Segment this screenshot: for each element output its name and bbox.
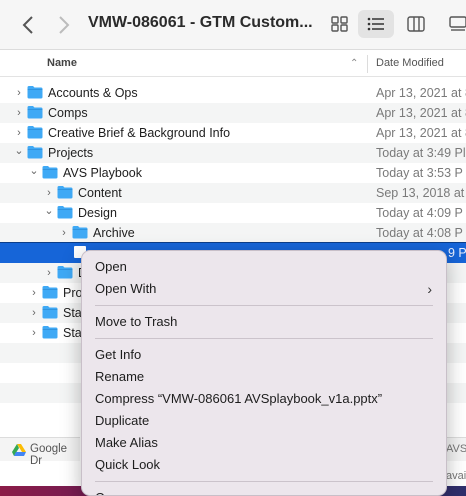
status-bar-text: avail — [446, 470, 466, 482]
file-row-name: Creative Brief & Background Info — [48, 126, 231, 140]
chevron-right-icon — [59, 16, 70, 34]
column-name-header[interactable]: Name — [47, 57, 77, 69]
disclosure-collapsed-icon[interactable]: › — [13, 86, 25, 100]
file-row-date: Today at 4:08 P — [376, 226, 463, 240]
disclosure-expanded-icon[interactable]: ⌄ — [13, 143, 25, 157]
chevron-left-icon — [22, 16, 33, 34]
file-row[interactable]: › Accounts & Ops Apr 13, 2021 at 8 — [0, 83, 466, 103]
file-row-name: Pro — [63, 286, 83, 300]
columns-icon — [407, 16, 425, 32]
context-menu: Open Open With › Move to Trash Get Info … — [81, 250, 447, 496]
folder-icon — [42, 325, 58, 339]
menu-item-rename[interactable]: Rename — [82, 366, 446, 388]
file-row-date: Today at 3:53 P — [376, 166, 463, 180]
menu-item-open-with[interactable]: Open With › — [82, 278, 446, 300]
menu-item-duplicate[interactable]: Duplicate — [82, 410, 446, 432]
menu-item-copy[interactable]: Copy — [82, 487, 446, 495]
disclosure-collapsed-icon[interactable]: › — [13, 106, 25, 120]
disclosure-collapsed-icon[interactable]: › — [43, 186, 55, 200]
file-row-name: Design — [78, 206, 117, 220]
icon-view-button[interactable] — [322, 10, 358, 38]
folder-icon — [27, 85, 43, 99]
list-view-button[interactable] — [358, 10, 394, 38]
folder-icon — [42, 305, 58, 319]
menu-item-get-info[interactable]: Get Info — [82, 344, 446, 366]
menu-separator — [95, 481, 433, 482]
google-drive-location[interactable]: Google Dr — [0, 437, 80, 467]
file-row-date: Apr 13, 2021 at 8 — [376, 86, 466, 100]
file-row-name: Sta — [63, 326, 82, 340]
file-row-date: Apr 13, 2021 at 8 — [376, 106, 466, 120]
forward-button[interactable] — [52, 13, 76, 37]
disclosure-expanded-icon[interactable]: ⌄ — [43, 203, 55, 217]
column-date-header[interactable]: Date Modified — [376, 57, 444, 69]
file-row-name: Comps — [48, 106, 88, 120]
menu-separator — [95, 338, 433, 339]
file-row-date: Sep 13, 2018 at — [376, 186, 465, 200]
file-row[interactable]: ⌄ Design Today at 4:09 P — [0, 203, 466, 223]
folder-icon — [27, 125, 43, 139]
disclosure-collapsed-icon[interactable]: › — [28, 286, 40, 300]
disclosure-collapsed-icon[interactable]: › — [58, 226, 70, 240]
file-row[interactable]: ⌄ Projects Today at 3:49 Pl — [0, 143, 466, 163]
menu-item-quick-look[interactable]: Quick Look — [82, 454, 446, 476]
menu-item-open[interactable]: Open — [82, 256, 446, 278]
path-bar-text: AVS — [446, 443, 466, 455]
gallery-view-button[interactable] — [440, 10, 466, 38]
google-drive-icon — [12, 444, 26, 456]
folder-icon — [72, 225, 88, 239]
path-bar-fragment: AVS — [446, 437, 466, 461]
file-row-name: Sta — [63, 306, 82, 320]
file-row-name: Content — [78, 186, 122, 200]
folder-icon — [57, 185, 73, 199]
list-icon — [367, 17, 384, 31]
menu-item-open-with-label: Open With — [95, 281, 157, 296]
folder-icon — [42, 165, 58, 179]
file-row-name: Accounts & Ops — [48, 86, 138, 100]
menu-item-move-to-trash[interactable]: Move to Trash — [82, 311, 446, 333]
file-row[interactable]: › Content Sep 13, 2018 at — [0, 183, 466, 203]
file-row-name: AVS Playbook — [63, 166, 142, 180]
disclosure-collapsed-icon[interactable]: › — [13, 126, 25, 140]
sort-ascending-icon: ⌃ — [350, 58, 359, 69]
grid-icon — [331, 16, 348, 32]
file-row-name: Projects — [48, 146, 94, 160]
file-row[interactable]: ⌄ AVS Playbook Today at 3:53 P — [0, 163, 466, 183]
folder-icon — [57, 265, 73, 279]
column-view-button[interactable] — [398, 10, 434, 38]
file-row-date: Today at 4:09 P — [376, 206, 463, 220]
gallery-icon — [449, 16, 466, 31]
file-row[interactable]: › Creative Brief & Background Info Apr 13,… — [0, 123, 466, 143]
file-row-date: Today at 3:49 Pl — [376, 146, 466, 160]
disclosure-expanded-icon[interactable]: ⌄ — [28, 163, 40, 177]
file-row-date: Apr 13, 2021 at 8 — [376, 126, 466, 140]
google-drive-label: Google Dr — [30, 443, 68, 467]
folder-icon — [27, 145, 43, 159]
status-bar-fragment: avail — [446, 470, 466, 484]
column-header: Name ⌃ Date Modified — [0, 51, 466, 77]
disclosure-collapsed-icon[interactable]: › — [28, 306, 40, 320]
disclosure-collapsed-icon[interactable]: › — [28, 326, 40, 340]
column-divider[interactable] — [367, 55, 368, 73]
file-row[interactable]: › Comps Apr 13, 2021 at 8 — [0, 103, 466, 123]
file-row-date: 9 P — [448, 246, 466, 260]
menu-item-compress[interactable]: Compress “VMW-086061 AVSplaybook_v1a.ppt… — [82, 388, 446, 410]
folder-icon — [27, 105, 43, 119]
menu-item-make-alias[interactable]: Make Alias — [82, 432, 446, 454]
toolbar: VMW-086061 - GTM Custom... — [0, 0, 466, 50]
chevron-right-icon: › — [427, 281, 432, 297]
disclosure-collapsed-icon[interactable]: › — [43, 266, 55, 280]
window-title: VMW-086061 - GTM Custom... — [88, 14, 313, 31]
menu-separator — [95, 305, 433, 306]
folder-icon — [57, 205, 73, 219]
folder-icon — [42, 285, 58, 299]
file-row[interactable]: › Archive Today at 4:08 P — [0, 223, 466, 243]
back-button[interactable] — [16, 13, 40, 37]
file-row-name: Archive — [93, 226, 135, 240]
